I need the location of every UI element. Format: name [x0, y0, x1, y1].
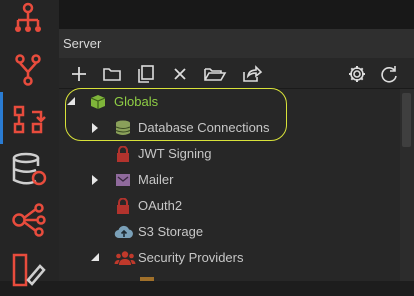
server-toolbar [59, 58, 414, 89]
lock-icon [117, 146, 129, 162]
rail-edit-button[interactable] [0, 246, 59, 296]
users-icon [114, 251, 136, 265]
tree-item-jwt-signing[interactable]: JWT Signing [59, 141, 400, 167]
duplicate-button[interactable] [135, 63, 157, 85]
rail-merge-button[interactable] [0, 46, 59, 96]
tree-item-label: Mailer [138, 172, 174, 187]
server-connect-icon [13, 105, 46, 134]
scrollbar-thumb[interactable] [402, 93, 411, 147]
settings-button[interactable] [346, 63, 368, 85]
rail-server-button[interactable] [0, 96, 59, 146]
tree-item-mailer[interactable]: Mailer [59, 167, 400, 193]
tree-item-oauth2[interactable]: OAuth2 [59, 193, 400, 219]
refresh-button[interactable] [378, 63, 400, 85]
tree-scrollbar[interactable] [400, 89, 414, 281]
new-folder-button[interactable] [101, 63, 123, 85]
tree-structure-icon [15, 2, 41, 32]
rail-database-button[interactable] [0, 146, 59, 196]
panel-title: Server [63, 36, 102, 51]
open-folder-button[interactable] [203, 63, 227, 85]
cloud-upload-icon [114, 225, 133, 239]
rail-share-button[interactable] [0, 196, 59, 246]
refresh-icon [381, 66, 397, 83]
add-button[interactable] [68, 63, 90, 85]
export-button[interactable] [240, 63, 263, 85]
merge-branch-icon [15, 54, 41, 86]
folder-open-icon [204, 68, 227, 81]
copy-icon [138, 65, 154, 83]
folder-icon [103, 68, 121, 81]
gear-icon [349, 66, 365, 82]
tree-item-label: OAuth2 [138, 198, 183, 213]
plus-icon [72, 67, 86, 81]
activity-rail [0, 0, 59, 287]
share-nodes-icon [12, 203, 46, 237]
close-icon [174, 68, 186, 80]
tree-item-label: Security Providers [138, 250, 244, 265]
delete-button[interactable] [169, 63, 191, 85]
share-icon [243, 65, 263, 82]
lock-icon [117, 198, 129, 214]
mail-icon [116, 174, 130, 186]
partial-item-icon [140, 277, 154, 281]
focus-highlight-outline [65, 88, 287, 141]
panel-header: Server [59, 29, 414, 58]
tree-item-label: S3 Storage [138, 224, 204, 239]
chevron-right-icon[interactable] [91, 174, 99, 186]
rail-tree-button[interactable] [0, 0, 59, 44]
tree-item-partial[interactable] [59, 271, 400, 281]
edit-document-icon [12, 253, 46, 287]
chevron-down-icon[interactable] [90, 252, 100, 262]
tree-item-label: JWT Signing [138, 146, 212, 161]
database-search-icon [12, 152, 47, 186]
tree-item-s3-storage[interactable]: S3 Storage [59, 219, 400, 245]
tree-item-security-providers[interactable]: Security Providers [59, 245, 400, 271]
top-gutter [59, 0, 414, 29]
